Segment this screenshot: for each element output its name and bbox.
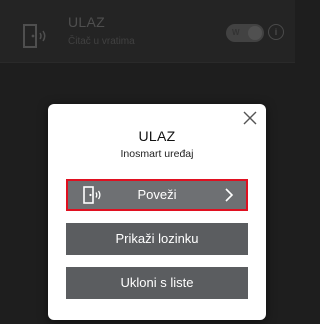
show-password-button[interactable]: Prikaži lozinku [66,223,248,255]
door-signal-icon [83,186,101,204]
remove-from-list-button[interactable]: Ukloni s liste [66,267,248,299]
connect-label: Poveži [137,187,177,202]
device-dialog: ULAZ Inosmart uređaj Poveži Prikaži lozi… [48,104,266,320]
dialog-subtitle: Inosmart uređaj [120,148,194,160]
connect-button[interactable]: Poveži [66,179,248,211]
app-screen: ULAZ Čitač u vratima W i ULAZ Inosmart u… [0,0,295,324]
dialog-title: ULAZ [138,128,176,144]
chevron-right-icon [225,188,234,202]
close-icon[interactable] [242,110,258,126]
